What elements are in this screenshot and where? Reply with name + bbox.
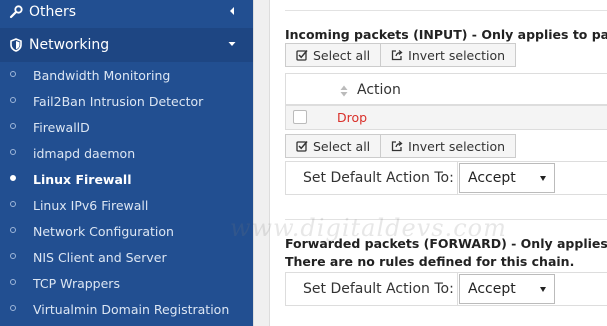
sidebar-item-label: FirewallD [33,119,90,135]
default-action-select[interactable]: Accept [459,274,555,304]
wrench-icon [9,5,23,19]
sidebar-category-label: Others [29,4,77,20]
watermark: www.digitaldevs.com [230,214,507,242]
divider [285,10,607,11]
input-default-action-box: Set Default Action To: Accept [285,161,607,195]
forward-default-action-box: Set Default Action To: Accept [285,272,607,306]
input-rules-table: Action Drop [285,73,607,130]
bullet-icon [10,253,16,259]
default-action-value: Accept [468,281,516,297]
input-chain-heading: Incoming packets (INPUT) - Only applies … [285,27,607,42]
bullet-icon [10,149,16,155]
sidebar-item-linux-ipv6-firewall[interactable]: Linux IPv6 Firewall [0,192,253,218]
no-rules-message: There are no rules defined for this chai… [285,254,575,269]
sort-icon[interactable] [340,84,348,98]
sidebar-item-network-configuration[interactable]: Network Configuration [0,218,253,244]
shield-icon [10,38,22,52]
caret-down-icon [540,176,546,181]
row-checkbox[interactable] [293,110,307,124]
sidebar-item-virtualmin-domain-registration[interactable]: Virtualmin Domain Registration [0,296,253,322]
bullet-icon [10,97,16,103]
invert-selection-label: Invert selection [408,47,506,63]
sidebar-category-label: Networking [29,37,110,53]
sidebar-item-label: idmapd daemon [33,145,136,161]
sidebar-item-label: Linux Firewall [33,171,132,187]
bullet-icon [10,305,16,311]
sidebar-item-label: Network Configuration [33,223,174,239]
select-all-label: Select all [313,47,371,63]
sidebar-category-others[interactable]: Others [0,0,253,29]
sidebar-item-linux-firewall[interactable]: Linux Firewall [0,166,253,192]
invert-selection-label: Invert selection [408,138,506,154]
selection-toolbar-top: Select all Invert selection [285,43,517,67]
selection-toolbar-bottom: Select all Invert selection [285,134,517,158]
sidebar-item-label: Fail2Ban Intrusion Detector [33,93,204,109]
set-default-action-button[interactable]: Set Default Action To: [286,273,458,305]
bullet-icon [10,123,16,129]
select-all-label: Select all [313,138,371,154]
default-action-value: Accept [468,170,516,186]
sidebar-item-label: Bandwidth Monitoring [33,67,171,83]
select-all-button[interactable]: Select all [285,43,382,67]
caret-down-icon [540,287,546,292]
chevron-down-icon [228,42,236,46]
bullet-icon [10,227,16,233]
chevron-left-icon [230,7,234,15]
sidebar-item-tcp-wrappers[interactable]: TCP Wrappers [0,270,253,296]
share-square-icon [392,49,403,61]
sidebar-items: Bandwidth Monitoring Fail2Ban Intrusion … [0,62,253,322]
select-all-button[interactable]: Select all [285,134,382,158]
sidebar-category-networking[interactable]: Networking [0,28,253,62]
table-row: Drop [285,106,607,130]
sidebar-item-idmapd[interactable]: idmapd daemon [0,140,253,166]
sidebar-item-label: Linux IPv6 Firewall [33,197,149,213]
bullet-icon [10,71,16,77]
sidebar-item-label: TCP Wrappers [33,275,120,291]
table-header: Action [285,73,607,106]
bullet-icon [10,175,16,181]
set-default-action-button[interactable]: Set Default Action To: [286,162,458,194]
invert-selection-button[interactable]: Invert selection [381,43,517,67]
sidebar: Others Networking Bandwidth Monitoring F… [0,0,253,326]
sidebar-item-fail2ban[interactable]: Fail2Ban Intrusion Detector [0,88,253,114]
sidebar-item-nis[interactable]: NIS Client and Server [0,244,253,270]
check-square-icon [296,141,308,152]
sidebar-item-bandwidth-monitoring[interactable]: Bandwidth Monitoring [0,62,253,88]
rule-action-link[interactable]: Drop [337,110,367,125]
invert-selection-button[interactable]: Invert selection [381,134,517,158]
bullet-icon [10,279,16,285]
bullet-icon [10,201,16,207]
check-square-icon [296,50,308,61]
share-square-icon [392,140,403,152]
sidebar-item-label: NIS Client and Server [33,249,167,265]
default-action-select[interactable]: Accept [459,163,555,193]
main-content: Incoming packets (INPUT) - Only applies … [270,0,607,326]
sidebar-item-label: Virtualmin Domain Registration [33,301,230,317]
column-header-action[interactable]: Action [357,82,401,98]
sidebar-divider [253,0,270,326]
sidebar-item-firewalld[interactable]: FirewallD [0,114,253,140]
